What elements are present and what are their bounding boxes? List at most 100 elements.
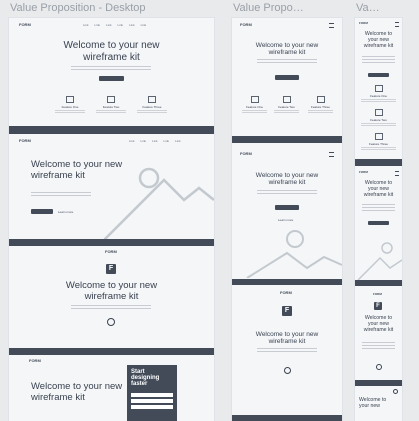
nav-logo[interactable]: FORM bbox=[280, 290, 292, 295]
nav-logo[interactable]: FORM bbox=[19, 138, 31, 143]
desktop-section-hero-image: FORM Link Link Link Link Link Welcome to… bbox=[9, 134, 214, 240]
tablet-artboard[interactable]: FORM Welcome to your new wireframe kit Fe… bbox=[232, 18, 342, 421]
hero-heading: Welcome to your new wireframe kit bbox=[363, 315, 394, 333]
mobile-section-hero-features: FORM Welcome to your new wireframe kit Fea… bbox=[355, 18, 402, 159]
cta-button[interactable] bbox=[368, 73, 389, 77]
signup-field[interactable] bbox=[131, 405, 173, 409]
logo-icon: F bbox=[282, 306, 292, 316]
hero-paragraph bbox=[362, 342, 395, 351]
image-icon bbox=[374, 85, 383, 92]
avatar-icon[interactable] bbox=[393, 389, 398, 394]
nav-link[interactable]: Link bbox=[129, 23, 135, 27]
nav-logo[interactable]: FORM bbox=[240, 22, 252, 27]
image-icon bbox=[374, 133, 383, 140]
hero-heading: Welcome to your new wireframe kit bbox=[363, 31, 394, 49]
menu-icon[interactable] bbox=[329, 152, 334, 157]
image-icon bbox=[282, 96, 291, 103]
section-divider bbox=[9, 126, 214, 134]
nav-link[interactable]: Link bbox=[152, 139, 158, 143]
hero-heading: Welcome to your new wireframe kit bbox=[63, 40, 160, 63]
tablet-section-logo-hero: FORM F Welcome to your new wireframe kit bbox=[232, 285, 342, 415]
nav-link[interactable]: Link bbox=[141, 139, 147, 143]
feature-item: Feature Two bbox=[96, 96, 126, 113]
nav-logo[interactable]: FORM bbox=[359, 170, 368, 174]
image-icon bbox=[316, 96, 325, 103]
column-title-mobile: Va… bbox=[356, 2, 380, 14]
menu-icon[interactable] bbox=[329, 23, 334, 28]
desktop-section-signup: FORM Welcome to your new wireframe kit St… bbox=[9, 355, 214, 421]
cta-button[interactable] bbox=[275, 205, 299, 210]
section-divider bbox=[9, 239, 214, 246]
feature-item: Feature Two bbox=[274, 96, 299, 113]
hero-heading: Welcome to your new bbox=[359, 397, 387, 409]
play-icon[interactable] bbox=[107, 318, 115, 326]
nav-logo[interactable]: FORM bbox=[240, 151, 252, 156]
section-divider bbox=[9, 348, 214, 355]
signup-form-card: Start designing faster bbox=[127, 365, 177, 421]
feature-item: Feature Three bbox=[137, 96, 167, 113]
nav-link[interactable]: Link bbox=[106, 23, 112, 27]
image-icon bbox=[66, 96, 74, 103]
image-icon bbox=[250, 96, 259, 103]
section-divider bbox=[232, 136, 342, 143]
nav-link[interactable]: Link bbox=[95, 23, 101, 27]
hero-heading: Welcome to your new wireframe kit bbox=[255, 172, 319, 187]
hero-heading: Welcome to your new wireframe kit bbox=[31, 381, 123, 403]
nav-logo[interactable]: FORM bbox=[19, 22, 31, 27]
nav-logo[interactable]: FORM bbox=[359, 21, 368, 25]
section-divider bbox=[355, 159, 402, 166]
nav-logo[interactable]: FORM bbox=[29, 358, 41, 363]
tablet-section-hero-image: FORM Welcome to your new wireframe kit Le… bbox=[232, 143, 342, 279]
nav-logo[interactable]: FORM bbox=[373, 292, 382, 296]
tablet-section-hero-features: FORM Welcome to your new wireframe kit Fe… bbox=[232, 18, 342, 136]
nav-link[interactable]: Link bbox=[118, 23, 124, 27]
cta-button[interactable] bbox=[368, 221, 389, 225]
mountain-image-icon bbox=[357, 242, 402, 280]
feature-item: Feature Three bbox=[308, 96, 333, 113]
image-icon bbox=[374, 109, 383, 116]
feature-item: Feature Two bbox=[361, 109, 396, 126]
feature-item: Feature One bbox=[242, 96, 267, 113]
nav-link[interactable]: Link bbox=[83, 23, 89, 27]
desktop-section-logo-hero: FORM F Welcome to your new wireframe kit bbox=[9, 246, 214, 348]
hero-paragraph bbox=[71, 305, 151, 311]
secondary-link[interactable]: Learn more bbox=[58, 210, 73, 214]
mobile-section-hero-image: FORM Welcome to your new wireframe kit bbox=[355, 166, 402, 280]
menu-icon[interactable] bbox=[395, 171, 399, 176]
menu-icon[interactable] bbox=[395, 22, 399, 27]
image-icon bbox=[148, 96, 156, 103]
cta-button[interactable] bbox=[99, 76, 124, 81]
play-icon[interactable] bbox=[376, 364, 382, 370]
nav-links: Link Link Link Link Link Link bbox=[83, 23, 146, 27]
signup-title: Start designing faster bbox=[131, 369, 160, 387]
hero-paragraph bbox=[257, 348, 317, 354]
nav-link[interactable]: Link bbox=[129, 139, 135, 143]
secondary-link[interactable]: Learn more bbox=[278, 218, 293, 222]
hero-heading: Welcome to your new wireframe kit bbox=[65, 280, 158, 302]
nav-link[interactable]: Link bbox=[175, 139, 181, 143]
desktop-section-hero-features: FORM Link Link Link Link Link Link Welco… bbox=[9, 18, 214, 126]
mobile-section-logo-hero: FORM F Welcome to your new wireframe kit bbox=[355, 286, 402, 380]
cta-button[interactable] bbox=[275, 75, 299, 80]
hero-heading: Welcome to your new wireframe kit bbox=[255, 331, 319, 346]
hero-paragraph bbox=[362, 56, 395, 65]
hero-paragraph bbox=[257, 59, 317, 65]
feature-item: Feature One bbox=[361, 85, 396, 102]
mobile-artboard[interactable]: FORM Welcome to your new wireframe kit Fea… bbox=[355, 18, 402, 421]
logo-icon: F bbox=[374, 302, 382, 310]
cta-button[interactable] bbox=[31, 209, 53, 214]
signup-field[interactable] bbox=[131, 393, 173, 397]
play-icon[interactable] bbox=[284, 367, 291, 374]
nav-link[interactable]: Link bbox=[141, 23, 147, 27]
signup-field[interactable] bbox=[131, 399, 173, 403]
nav-links: Link Link Link Link Link bbox=[129, 139, 181, 143]
nav-link[interactable]: Link bbox=[164, 139, 170, 143]
hero-heading: Welcome to your new wireframe kit bbox=[255, 42, 319, 57]
hero-paragraph bbox=[362, 204, 395, 213]
logo-icon: F bbox=[106, 264, 116, 274]
hero-heading: Welcome to your new wireframe kit bbox=[363, 180, 394, 198]
nav-logo[interactable]: FORM bbox=[105, 249, 117, 254]
feature-item: Feature Three bbox=[361, 133, 396, 150]
column-title-tablet: Value Propo… bbox=[233, 2, 304, 14]
desktop-artboard[interactable]: FORM Link Link Link Link Link Link Welco… bbox=[9, 18, 214, 421]
